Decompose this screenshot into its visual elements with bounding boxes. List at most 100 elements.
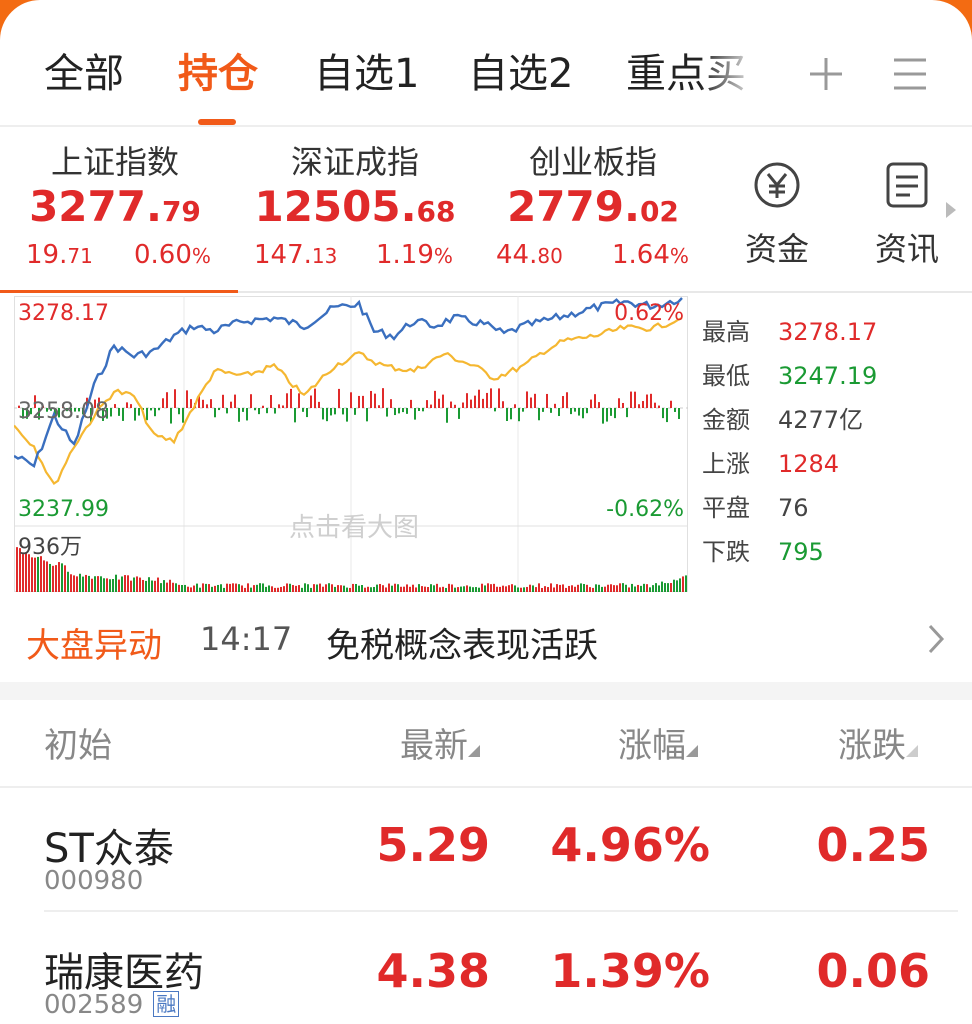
chart-neg-pct: -0.62% xyxy=(606,497,684,522)
volume-bar xyxy=(184,584,186,592)
flow-bar xyxy=(430,404,432,408)
flow-bar xyxy=(406,408,408,414)
volume-bar xyxy=(292,585,294,592)
volume-bar xyxy=(166,582,168,592)
flow-bar xyxy=(514,404,516,408)
volume-bar xyxy=(301,587,303,592)
volume-bar xyxy=(670,583,672,592)
volume-bar xyxy=(655,583,657,592)
volume-bar xyxy=(118,579,120,592)
flow-bar xyxy=(122,408,124,421)
volume-bar xyxy=(523,587,525,592)
stat-label: 平盘 xyxy=(702,494,750,522)
index-shanghai[interactable]: 上证指数 3277.79 xyxy=(0,140,230,235)
volume-bar xyxy=(82,576,84,592)
volume-bar xyxy=(277,587,279,592)
tab-holdings[interactable]: 持仓 xyxy=(178,48,258,100)
volume-bar xyxy=(187,586,189,592)
volume-bar xyxy=(370,587,372,592)
volume-bar xyxy=(175,583,177,592)
column-header-change[interactable]: 涨跌 xyxy=(838,718,918,767)
section-separator xyxy=(0,682,972,700)
column-header-change-pct[interactable]: 涨幅 xyxy=(618,718,698,767)
flow-bar xyxy=(278,404,280,408)
flow-bar xyxy=(646,394,648,408)
volume-bar xyxy=(37,556,39,592)
stock-change: 0.06 xyxy=(816,944,931,998)
stat-label: 最低 xyxy=(702,362,750,390)
chart-high-label: 3278.17 xyxy=(18,301,109,326)
volume-bar xyxy=(52,565,54,592)
volume-bar xyxy=(73,575,75,592)
tab-watchlist-1[interactable]: 自选1 xyxy=(314,48,419,100)
stat-value: 795 xyxy=(778,538,824,566)
volume-bar xyxy=(421,586,423,592)
capital-label: 资金 xyxy=(744,230,809,268)
flow-bar xyxy=(518,408,520,422)
tab-watchlist-2[interactable]: 自选2 xyxy=(468,48,573,100)
flow-bar xyxy=(262,405,264,408)
volume-bar xyxy=(208,584,210,592)
index-shenzhen[interactable]: 深证成指 12505.68 xyxy=(240,140,470,235)
volume-bar xyxy=(583,583,585,592)
column-header-name[interactable]: 初始 xyxy=(44,718,112,767)
yen-icon xyxy=(752,162,802,218)
volume-bar xyxy=(529,584,531,592)
selected-index-indicator xyxy=(0,290,238,293)
flow-bar xyxy=(470,399,472,408)
flow-bar xyxy=(250,394,252,408)
flow-bar xyxy=(478,389,480,408)
volume-bar xyxy=(124,575,126,592)
volume-bar xyxy=(106,578,108,592)
flow-bar xyxy=(322,408,324,420)
flow-bar xyxy=(330,408,332,416)
stat-value: 4277亿 xyxy=(778,406,864,434)
flow-bar xyxy=(206,404,208,408)
stock-change: 0.25 xyxy=(816,818,931,872)
menu-icon[interactable] xyxy=(890,50,940,100)
flow-bar xyxy=(522,408,524,412)
volume-bar xyxy=(61,563,63,592)
volume-bar xyxy=(679,578,681,592)
flow-bar xyxy=(586,408,588,414)
volume-bar xyxy=(40,556,42,592)
volume-bar xyxy=(556,584,558,592)
volume-bar xyxy=(97,576,99,592)
flow-bar xyxy=(374,393,376,408)
flow-bar xyxy=(534,393,536,408)
intraday-chart[interactable]: 3278.17 3258.08 3237.99 0.62% -0.62% 936… xyxy=(13,296,688,592)
volume-bar xyxy=(403,586,405,592)
volume-bar xyxy=(475,587,477,592)
flow-bar xyxy=(498,388,500,408)
volume-bar xyxy=(637,584,639,592)
volume-bar xyxy=(469,586,471,592)
flow-bar xyxy=(654,402,656,408)
volume-bar xyxy=(247,583,249,592)
index-chinext[interactable]: 创业板指 2779.02 xyxy=(478,140,708,235)
volume-bar xyxy=(652,585,654,592)
news-button[interactable]: 资讯 xyxy=(862,160,952,270)
flow-bar xyxy=(362,395,364,408)
market-alert[interactable]: 大盘异动 14:17 免税概念表现活跃 xyxy=(0,600,972,680)
flow-bar xyxy=(174,389,176,408)
index-price: 12505.68 xyxy=(254,182,456,231)
index-price: 3277.79 xyxy=(29,182,201,231)
volume-bar xyxy=(682,576,684,592)
column-header-latest[interactable]: 最新 xyxy=(400,718,480,767)
scroll-right-icon[interactable] xyxy=(944,200,958,224)
flow-bar xyxy=(370,390,372,408)
flow-bar xyxy=(634,391,636,408)
volume-bar xyxy=(592,587,594,592)
volume-bar xyxy=(427,587,429,592)
flow-bar xyxy=(282,405,284,408)
flow-bar xyxy=(150,408,152,411)
volume-bar xyxy=(85,574,87,592)
alert-text: 免税概念表现活跃 xyxy=(326,626,598,666)
plus-icon[interactable] xyxy=(806,50,856,100)
capital-button[interactable]: 资金 xyxy=(732,160,822,270)
tab-all[interactable]: 全部 xyxy=(44,48,124,100)
flow-bar xyxy=(510,408,512,420)
volume-bar xyxy=(307,584,309,592)
flow-bar xyxy=(490,388,492,408)
flow-bar xyxy=(298,393,300,408)
